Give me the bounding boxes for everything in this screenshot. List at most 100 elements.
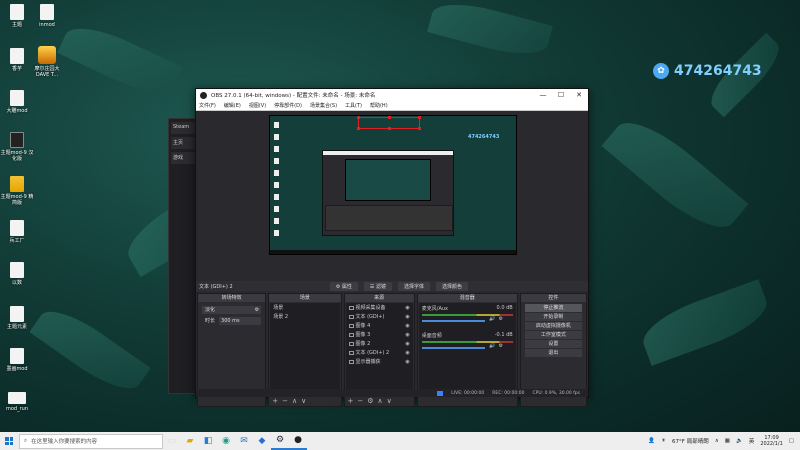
steam-icon[interactable]: ⚙	[271, 432, 289, 450]
source-item[interactable]: 显示器捕获 ◉	[346, 357, 413, 366]
add-icon[interactable]: +	[348, 397, 354, 405]
start-button[interactable]	[0, 432, 18, 450]
volume-slider[interactable]	[421, 346, 486, 349]
remove-icon[interactable]: −	[282, 397, 288, 405]
eye-icon[interactable]: ◉	[405, 314, 409, 320]
file-icon	[10, 220, 24, 236]
edge-icon[interactable]: ◉	[217, 432, 235, 450]
eye-icon[interactable]: ◉	[405, 323, 409, 329]
source-item[interactable]: 图像 4 ◉	[346, 321, 413, 330]
gear-icon[interactable]: ⚙	[255, 306, 259, 314]
network-icon[interactable]: ▦	[725, 438, 730, 444]
source-toolbar: 文本 (GDI+) 2 ⚙ 属性 ☰ 滤镜 选择字体 选择颜色	[196, 281, 588, 291]
remove-icon[interactable]: −	[357, 397, 363, 405]
filters-button[interactable]: ☰ 滤镜	[363, 281, 392, 291]
properties-button[interactable]: ⚙ 属性	[329, 281, 358, 291]
menu-edit[interactable]: 编辑(E)	[224, 102, 241, 109]
task-view-icon[interactable]: ▭	[163, 432, 181, 450]
bg-app-row[interactable]: 主页	[171, 137, 195, 149]
app-icon[interactable]: ◆	[253, 432, 271, 450]
title-bar[interactable]: OBS 27.0.1 (64-bit, windows) - 配置文件: 未命名…	[196, 89, 588, 101]
menu-file[interactable]: 文件(F)	[199, 102, 216, 109]
desktop-icon[interactable]: 主题mod-9 精简版	[0, 176, 34, 206]
obs-icon[interactable]: ●	[289, 432, 307, 450]
controls-title: 控件	[520, 294, 586, 302]
settings-button[interactable]: 设置	[524, 340, 582, 348]
scene-item[interactable]: 场景 2	[270, 312, 339, 321]
move-down-icon[interactable]: ∨	[387, 397, 392, 405]
desktop-icon[interactable]: 以数	[0, 262, 34, 286]
select-color-button[interactable]: 选择颜色	[435, 281, 468, 291]
eye-icon[interactable]: ◉	[405, 332, 409, 338]
desktop-icon[interactable]: inmod	[30, 4, 64, 28]
menu-help[interactable]: 帮助(H)	[370, 102, 388, 109]
gear-icon[interactable]: ⚙	[499, 316, 503, 322]
system-tray: 👤 ☀ 67°F 局部晴朗 ∧ ▦ 🔈 英 17:09 2022/1/1 ▢	[648, 435, 800, 447]
volume-icon[interactable]: 🔈	[736, 438, 743, 444]
eye-icon[interactable]: ◉	[405, 350, 409, 356]
start-recording-button[interactable]: 开始录制	[524, 313, 582, 321]
clock[interactable]: 17:09 2022/1/1	[760, 435, 782, 447]
eye-icon[interactable]: ◉	[405, 305, 409, 311]
desktop-icon[interactable]: 主题	[0, 4, 34, 28]
desktop-icon[interactable]: 兵工厂	[0, 220, 34, 244]
bg-app-row[interactable]: 游戏	[171, 152, 195, 164]
eye-icon[interactable]: ◉	[405, 359, 409, 365]
desktop-icon[interactable]: 香芋	[0, 48, 34, 72]
desktop-icon[interactable]: mod_run	[0, 392, 34, 412]
source-item[interactable]: 图像 2 ◉	[346, 339, 413, 348]
source-item[interactable]: 视频采集设备 ◉	[346, 303, 413, 312]
selected-source-box[interactable]	[357, 116, 421, 130]
game-icon	[38, 46, 56, 64]
exit-button[interactable]: 退出	[524, 349, 582, 357]
source-item[interactable]: 文本 (GDI+) ◉	[346, 312, 413, 321]
mini-desktop-icon	[274, 170, 279, 176]
search-input[interactable]: ⌕ 在这里输入你要搜索的内容	[19, 433, 163, 449]
scene-item[interactable]: 场景	[270, 303, 339, 312]
file-explorer-icon[interactable]: ▰	[181, 432, 199, 450]
speaker-icon[interactable]: 🔊	[489, 316, 495, 322]
desktop-icon[interactable]: 大雕mod	[0, 90, 34, 114]
menu-view[interactable]: 视图(V)	[249, 102, 266, 109]
person-icon[interactable]: 👤	[648, 438, 655, 444]
minimize-button[interactable]: —	[534, 91, 552, 99]
source-item[interactable]: 文本 (GDI+) 2 ◉	[346, 348, 413, 357]
maximize-button[interactable]: ☐	[552, 91, 570, 99]
gear-icon[interactable]: ⚙	[367, 397, 373, 405]
duration-input[interactable]: 300 ms	[219, 317, 262, 325]
close-button[interactable]: ✕	[570, 91, 588, 99]
move-up-icon[interactable]: ∧	[378, 397, 383, 405]
move-down-icon[interactable]: ∨	[301, 397, 306, 405]
ime-indicator[interactable]: 英	[749, 437, 755, 445]
transition-select[interactable]: 淡化 ⚙	[202, 306, 262, 314]
weather-text[interactable]: 67°F 局部晴朗	[672, 437, 709, 445]
stop-streaming-button[interactable]: 停止推流	[524, 304, 582, 312]
notification-icon[interactable]: ▢	[789, 438, 794, 444]
gear-icon[interactable]: ⚙	[499, 343, 503, 349]
chevron-up-icon[interactable]: ∧	[715, 438, 719, 444]
rec-time: REC: 00:00:00	[492, 390, 525, 396]
obs-window[interactable]: OBS 27.0.1 (64-bit, windows) - 配置文件: 未命名…	[195, 88, 589, 407]
desktop-icon[interactable]: 主题元素	[0, 306, 34, 330]
select-font-button[interactable]: 选择字体	[397, 281, 430, 291]
desktop-icon[interactable]: 墨画mod	[0, 348, 34, 372]
menu-scene-collection[interactable]: 场景集合(S)	[310, 102, 337, 109]
add-icon[interactable]: +	[272, 397, 278, 405]
menu-docks[interactable]: 停靠部件(D)	[274, 102, 302, 109]
desktop-icon[interactable]: 摩尔庄园大 DAVE T...	[30, 46, 64, 78]
speaker-icon[interactable]: 🔊	[489, 343, 495, 349]
store-icon[interactable]: ◧	[199, 432, 217, 450]
preview-canvas[interactable]: 474264743	[269, 115, 517, 255]
background-app-window[interactable]: Steam 主页 游戏	[168, 118, 198, 394]
desktop-icon[interactable]: 主题mod-9 汉化版	[0, 132, 34, 162]
sources-title: 来源	[344, 294, 414, 302]
bg-app-row[interactable]: Steam	[171, 122, 195, 134]
volume-slider[interactable]	[421, 319, 486, 322]
move-up-icon[interactable]: ∧	[292, 397, 297, 405]
source-item[interactable]: 图像 3 ◉	[346, 330, 413, 339]
studio-mode-button[interactable]: 工作室模式	[524, 331, 582, 339]
menu-tools[interactable]: 工具(T)	[345, 102, 362, 109]
virtual-camera-button[interactable]: 启动虚拟摄像机	[524, 322, 582, 330]
eye-icon[interactable]: ◉	[405, 341, 409, 347]
mail-icon[interactable]: ✉	[235, 432, 253, 450]
